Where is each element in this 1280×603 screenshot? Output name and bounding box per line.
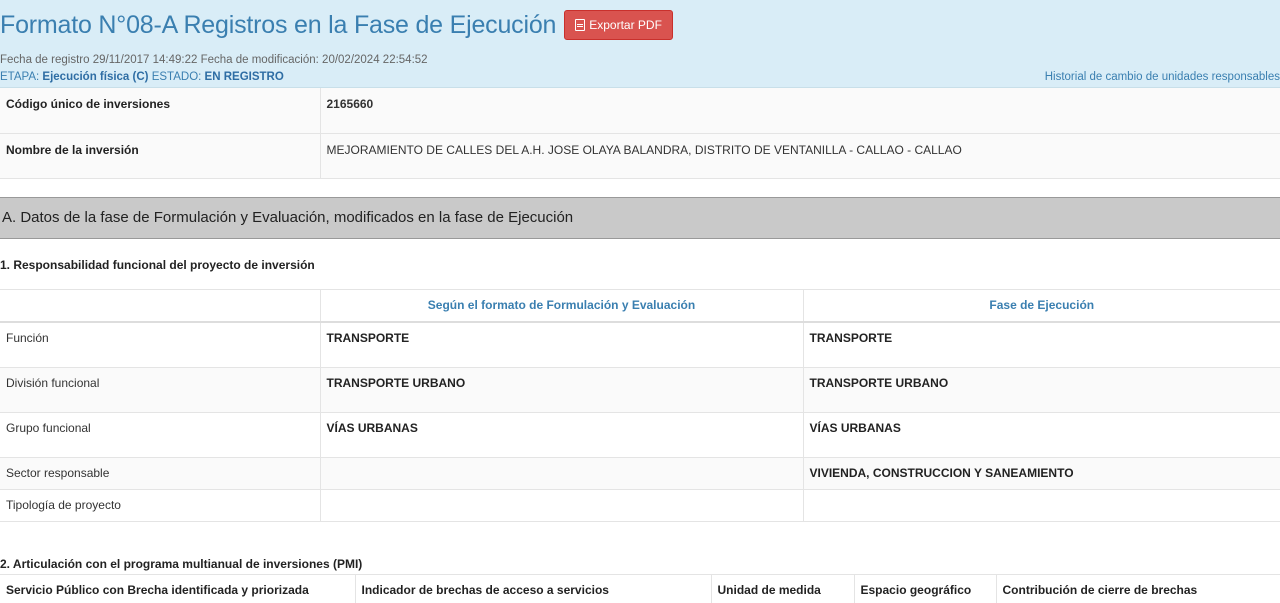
column-header: Contribución de cierre de brechas — [996, 574, 1280, 603]
table-row: Grupo funcional VÍAS URBANAS VÍAS URBANA… — [0, 412, 1280, 458]
formulacion-value: TRANSPORTE — [320, 322, 804, 368]
column-header — [0, 289, 321, 323]
formulacion-value: VÍAS URBANAS — [320, 412, 804, 458]
sub2-heading: 2. Articulación con el programa multianu… — [0, 556, 363, 571]
ejecucion-value: TRANSPORTE URBANO — [803, 367, 1280, 413]
row-label: División funcional — [0, 367, 321, 413]
etapa-value: Ejecución física (C) — [42, 71, 149, 83]
responsabilidad-table: Según el formato de Formulación y Evalua… — [0, 288, 1280, 522]
formulacion-value — [320, 489, 804, 522]
column-header: Fase de Ejecución — [803, 289, 1280, 323]
page-title: Formato N°08-A Registros en la Fase de E… — [0, 10, 557, 39]
formulacion-value — [320, 457, 804, 490]
ejecucion-value: TRANSPORTE — [803, 322, 1280, 368]
row-label: Grupo funcional — [0, 412, 321, 458]
column-header: Servicio Público con Brecha identificada… — [0, 574, 356, 603]
column-header: Según el formato de Formulación y Evalua… — [320, 289, 804, 323]
section-a-heading: A. Datos de la fase de Formulación y Eva… — [0, 196, 1280, 239]
row-label: Sector responsable — [0, 457, 321, 490]
fecha-registro-label: Fecha de registro — [0, 54, 90, 66]
nombre-label: Nombre de la inversión — [0, 133, 321, 179]
codigo-value: 2165660 — [320, 88, 1280, 134]
stage-status: ETAPA: Ejecución física (C) ESTADO: EN R… — [0, 71, 284, 83]
export-pdf-label: Exportar PDF — [589, 18, 662, 32]
column-header: Unidad de medida — [711, 574, 855, 603]
table-row: Código único de inversiones 2165660 — [0, 88, 1280, 134]
page-header: Formato N°08-A Registros en la Fase de E… — [0, 0, 1280, 88]
table-row: División funcional TRANSPORTE URBANO TRA… — [0, 367, 1280, 413]
column-header: Espacio geográfico — [854, 574, 997, 603]
fecha-modificacion-label: Fecha de modificación: — [200, 54, 319, 66]
codigo-label: Código único de inversiones — [0, 88, 321, 134]
record-dates: Fecha de registro 29/11/2017 14:49:22 Fe… — [0, 54, 428, 66]
export-pdf-button[interactable]: Exportar PDF — [564, 10, 673, 40]
pmi-table: Servicio Público con Brecha identificada… — [0, 573, 1280, 603]
table-row: Tipología de proyecto — [0, 489, 1280, 522]
formulacion-value: TRANSPORTE URBANO — [320, 367, 804, 413]
table-header-row: Según el formato de Formulación y Evalua… — [0, 289, 1280, 323]
column-header: Indicador de brechas de acceso a servici… — [355, 574, 712, 603]
etapa-label: ETAPA: — [0, 71, 40, 83]
fecha-registro-value: 29/11/2017 14:49:22 — [92, 54, 198, 66]
table-header-row: Servicio Público con Brecha identificada… — [0, 574, 1280, 603]
estado-label: ESTADO: — [151, 71, 202, 83]
ejecucion-value: VÍAS URBANAS — [803, 412, 1280, 458]
nombre-value: MEJORAMIENTO DE CALLES DEL A.H. JOSE OLA… — [320, 133, 1280, 179]
pdf-file-icon — [575, 19, 586, 31]
table-row: Función TRANSPORTE TRANSPORTE — [0, 322, 1280, 368]
fecha-modificacion-value: 20/02/2024 22:54:52 — [322, 54, 428, 66]
estado-value: EN REGISTRO — [204, 71, 284, 83]
historial-link[interactable]: Historial de cambio de unidades responsa… — [1045, 71, 1280, 83]
table-row: Sector responsable VIVIENDA, CONSTRUCCIO… — [0, 457, 1280, 490]
table-row: Nombre de la inversión MEJORAMIENTO DE C… — [0, 133, 1280, 179]
ejecucion-value — [803, 489, 1280, 522]
title-row: Formato N°08-A Registros en la Fase de E… — [0, 10, 673, 40]
row-label: Función — [0, 322, 321, 368]
investment-info-table: Código único de inversiones 2165660 Nomb… — [0, 88, 1280, 179]
row-label: Tipología de proyecto — [0, 489, 321, 522]
sub1-heading: 1. Responsabilidad funcional del proyect… — [0, 257, 315, 272]
ejecucion-value: VIVIENDA, CONSTRUCCION Y SANEAMIENTO — [803, 457, 1280, 490]
